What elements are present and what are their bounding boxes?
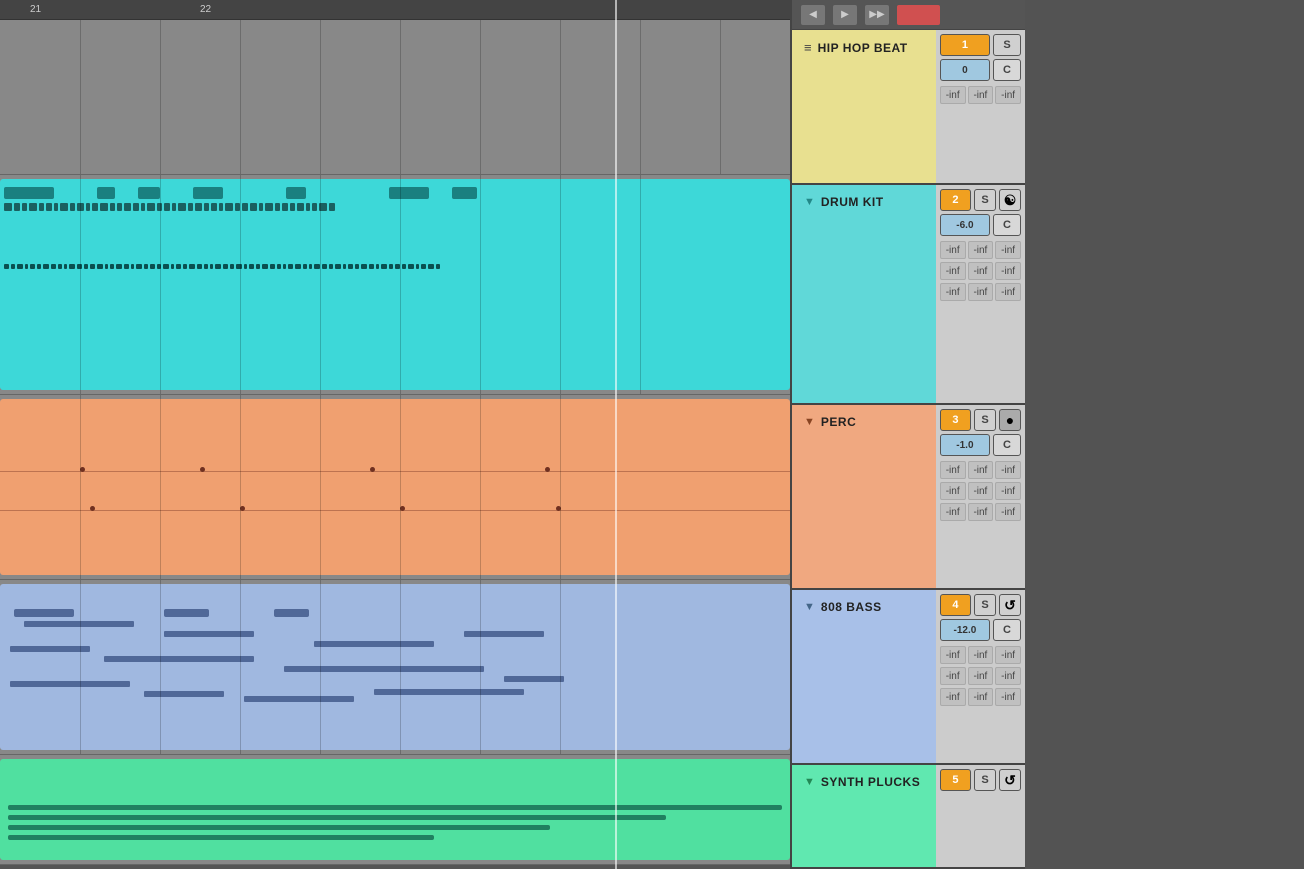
bass-send1[interactable]: -inf: [940, 646, 966, 664]
bass-send5[interactable]: -inf: [968, 667, 994, 685]
track-section-hip-hop-beat: ≡ HIP HOP BEAT 1 S 0 C -inf -inf -inf: [792, 30, 1025, 185]
perc-dot-button[interactable]: ●: [999, 409, 1021, 431]
synth-phase-button[interactable]: ↺: [999, 769, 1021, 791]
perc-send8[interactable]: -inf: [968, 503, 994, 521]
hip-hop-c-button[interactable]: C: [993, 59, 1021, 81]
synth-s-button[interactable]: S: [974, 769, 996, 791]
bass-icon: ▼: [804, 601, 815, 613]
bass-s-button[interactable]: S: [974, 594, 996, 616]
ruler: 21 22: [0, 0, 790, 20]
bass-volume[interactable]: -12.0: [940, 619, 990, 641]
ruler-mark-22: 22: [200, 4, 211, 15]
hip-hop-beat-name: HIP HOP BEAT: [818, 41, 908, 55]
perc-send3[interactable]: -inf: [995, 461, 1021, 479]
hip-hop-track-number[interactable]: 1: [940, 34, 990, 56]
track-section-synth-plucks: ▼ SYNTH PLUCKS 5 S ↺: [792, 765, 1025, 869]
synth-icon: ▼: [804, 776, 815, 788]
track-lane-drum[interactable]: [0, 175, 790, 395]
hip-hop-send2[interactable]: -inf: [968, 86, 994, 104]
synth-name: SYNTH PLUCKS: [821, 775, 920, 789]
bass-send2[interactable]: -inf: [968, 646, 994, 664]
bass-send9[interactable]: -inf: [995, 688, 1021, 706]
play-button[interactable]: ▶▶: [864, 4, 890, 26]
drum-send5[interactable]: -inf: [968, 262, 994, 280]
drum-phase-button[interactable]: ☯: [999, 189, 1021, 211]
drum-send2[interactable]: -inf: [968, 241, 994, 259]
track-section-drum-kit: ▼ DRUM KIT 2 S ☯ -6.0 C -inf -inf -inf: [792, 185, 1025, 405]
drum-volume[interactable]: -6.0: [940, 214, 990, 236]
main-container: 21 22: [0, 0, 1304, 869]
drum-send9[interactable]: -inf: [995, 283, 1021, 301]
perc-send7[interactable]: -inf: [940, 503, 966, 521]
track-lane-hip-hop[interactable]: [0, 20, 790, 175]
perc-icon: ▼: [804, 416, 815, 428]
nav-bar: ◀ ▶ ▶▶: [792, 0, 1025, 30]
ruler-mark-21: 21: [30, 4, 41, 15]
drum-c-button[interactable]: C: [993, 214, 1021, 236]
track-section-perc: ▼ PERC 3 S ● -1.0 C -inf -inf -inf: [792, 405, 1025, 590]
bass-phase-button[interactable]: ↺: [999, 594, 1021, 616]
drum-s-button[interactable]: S: [974, 189, 996, 211]
perc-s-button[interactable]: S: [974, 409, 996, 431]
drum-send1[interactable]: -inf: [940, 241, 966, 259]
bass-track-number[interactable]: 4: [940, 594, 971, 616]
forward-button[interactable]: ▶: [832, 4, 858, 26]
drum-send7[interactable]: -inf: [940, 283, 966, 301]
hip-hop-send3[interactable]: -inf: [995, 86, 1021, 104]
track-section-808-bass: ▼ 808 BASS 4 S ↺ -12.0 C -inf -inf -inf: [792, 590, 1025, 765]
perc-send2[interactable]: -inf: [968, 461, 994, 479]
bass-c-button[interactable]: C: [993, 619, 1021, 641]
drum-kit-name: DRUM KIT: [821, 195, 884, 209]
hip-hop-send1[interactable]: -inf: [940, 86, 966, 104]
bass-name: 808 BASS: [821, 600, 882, 614]
perc-send4[interactable]: -inf: [940, 482, 966, 500]
perc-c-button[interactable]: C: [993, 434, 1021, 456]
perc-send1[interactable]: -inf: [940, 461, 966, 479]
hip-hop-volume[interactable]: 0: [940, 59, 990, 81]
bass-send6[interactable]: -inf: [995, 667, 1021, 685]
bass-send8[interactable]: -inf: [968, 688, 994, 706]
drum-send4[interactable]: -inf: [940, 262, 966, 280]
hip-hop-s-button[interactable]: S: [993, 34, 1021, 56]
back-button[interactable]: ◀: [800, 4, 826, 26]
track-lanes: [0, 20, 790, 869]
arrangement-area: 21 22: [0, 0, 790, 869]
perc-name: PERC: [821, 415, 856, 429]
synth-track-number[interactable]: 5: [940, 769, 971, 791]
drum-send8[interactable]: -inf: [968, 283, 994, 301]
record-button[interactable]: [896, 4, 941, 26]
drum-send3[interactable]: -inf: [995, 241, 1021, 259]
playhead: [615, 0, 617, 869]
hip-hop-icon: ≡: [804, 40, 812, 55]
perc-track-number[interactable]: 3: [940, 409, 971, 431]
perc-send5[interactable]: -inf: [968, 482, 994, 500]
track-lane-synth[interactable]: [0, 755, 790, 865]
drum-track-number[interactable]: 2: [940, 189, 971, 211]
track-lane-perc[interactable]: [0, 395, 790, 580]
perc-send9[interactable]: -inf: [995, 503, 1021, 521]
perc-volume[interactable]: -1.0: [940, 434, 990, 456]
perc-send6[interactable]: -inf: [995, 482, 1021, 500]
bass-send7[interactable]: -inf: [940, 688, 966, 706]
track-lane-bass[interactable]: [0, 580, 790, 755]
drum-icon: ▼: [804, 196, 815, 208]
track-headers-panel: ◀ ▶ ▶▶ ≡ HIP HOP BEAT 1 S 0 C: [790, 0, 1025, 869]
bass-send4[interactable]: -inf: [940, 667, 966, 685]
drum-send6[interactable]: -inf: [995, 262, 1021, 280]
bass-send3[interactable]: -inf: [995, 646, 1021, 664]
